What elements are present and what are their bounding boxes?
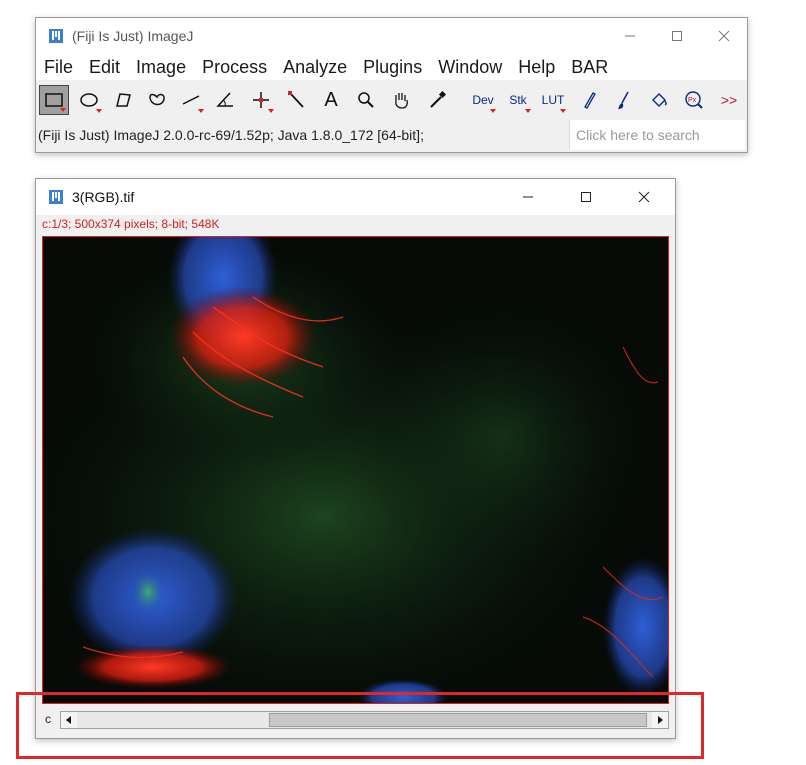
polygon-tool[interactable]: [108, 85, 138, 115]
text-tool-glyph: A: [324, 88, 338, 111]
angle-icon: [216, 92, 233, 107]
freehand-tool[interactable]: [142, 85, 172, 115]
angle-tool[interactable]: [210, 85, 240, 115]
color-picker-tool[interactable]: [422, 85, 452, 115]
text-tool[interactable]: A: [316, 85, 346, 115]
image-minimize-button[interactable]: [505, 179, 551, 215]
fiji-app-icon: [48, 189, 64, 205]
brush-tool[interactable]: [609, 85, 639, 115]
minimize-icon: [523, 196, 533, 198]
line-icon: [182, 95, 200, 105]
status-bar: (Fiji Is Just) ImageJ 2.0.0-rc-69/1.52p;…: [36, 118, 747, 152]
pencil-tool[interactable]: [574, 85, 604, 115]
minimize-button[interactable]: [607, 18, 653, 54]
crosshair-icon: [253, 92, 269, 108]
image-window: 3(RGB).tif c:1/3; 500x374 pixels; 8-bit;…: [35, 178, 676, 739]
scroll-tool[interactable]: [386, 85, 416, 115]
menu-bar-plugin[interactable]: BAR: [563, 54, 616, 80]
menu-analyze[interactable]: Analyze: [275, 54, 355, 80]
point-tool[interactable]: [246, 85, 276, 115]
image-window-title: 3(RGB).tif: [72, 189, 135, 205]
more-tools-label: >>: [720, 92, 738, 108]
dev-menu-tool[interactable]: Dev: [468, 85, 498, 115]
version-status: (Fiji Is Just) ImageJ 2.0.0-rc-69/1.52p;…: [38, 127, 424, 143]
menu-file[interactable]: File: [36, 54, 81, 80]
close-icon: [638, 191, 650, 203]
menu-help[interactable]: Help: [510, 54, 563, 80]
image-title-bar[interactable]: 3(RGB).tif: [36, 179, 675, 215]
window-title: (Fiji Is Just) ImageJ: [72, 28, 194, 44]
pixel-inspector-icon: Px: [685, 91, 703, 109]
close-button[interactable]: [701, 18, 747, 54]
hand-icon: [395, 93, 408, 109]
image-close-button[interactable]: [621, 179, 667, 215]
svg-text:Px: Px: [688, 97, 697, 104]
polygon-icon: [116, 93, 131, 107]
flood-fill-tool[interactable]: [644, 85, 674, 115]
stk-label: Stk: [509, 93, 527, 107]
line-tool[interactable]: [176, 85, 206, 115]
menu-plugins[interactable]: Plugins: [355, 54, 430, 80]
stk-menu-tool[interactable]: Stk: [503, 85, 533, 115]
magnifier-icon: [358, 92, 374, 108]
more-tools-button[interactable]: >>: [714, 85, 744, 115]
fiji-app-icon: [48, 28, 64, 44]
image-canvas[interactable]: [42, 236, 669, 704]
wand-tool[interactable]: [281, 85, 311, 115]
maximize-icon: [581, 192, 591, 202]
maximize-button[interactable]: [654, 18, 700, 54]
menu-process[interactable]: Process: [194, 54, 275, 80]
tool-bar: A Dev Stk LUT Px >>: [36, 82, 747, 118]
brush-icon: [618, 91, 629, 109]
paint-bucket-icon: [652, 93, 667, 107]
menu-image[interactable]: Image: [128, 54, 194, 80]
highlight-annotation: [16, 692, 704, 759]
dev-label: Dev: [472, 93, 494, 107]
pencil-icon: [584, 92, 596, 109]
oval-tool[interactable]: [74, 85, 104, 115]
maximize-icon: [672, 31, 682, 41]
close-icon: [718, 30, 730, 42]
wand-icon: [288, 91, 304, 108]
imagej-main-window: (Fiji Is Just) ImageJ File Edit Image Pr…: [35, 17, 748, 153]
search-input[interactable]: Click here to search: [569, 120, 745, 150]
title-bar[interactable]: (Fiji Is Just) ImageJ: [36, 18, 747, 54]
eyedropper-icon: [430, 90, 447, 108]
zoom-tool[interactable]: [351, 85, 381, 115]
minimize-icon: [625, 35, 635, 37]
freehand-icon: [149, 93, 165, 106]
oval-icon: [80, 93, 98, 107]
image-info: c:1/3; 500x374 pixels; 8-bit; 548K: [42, 217, 220, 231]
pixel-inspector-tool[interactable]: Px: [679, 85, 709, 115]
lut-menu-tool[interactable]: LUT: [538, 85, 568, 115]
menu-edit[interactable]: Edit: [81, 54, 128, 80]
menu-bar: File Edit Image Process Analyze Plugins …: [36, 54, 747, 80]
fluorescence-image: [43, 237, 668, 703]
menu-window[interactable]: Window: [430, 54, 510, 80]
lut-label: LUT: [541, 93, 565, 107]
image-maximize-button[interactable]: [563, 179, 609, 215]
rectangle-tool[interactable]: [39, 85, 69, 115]
